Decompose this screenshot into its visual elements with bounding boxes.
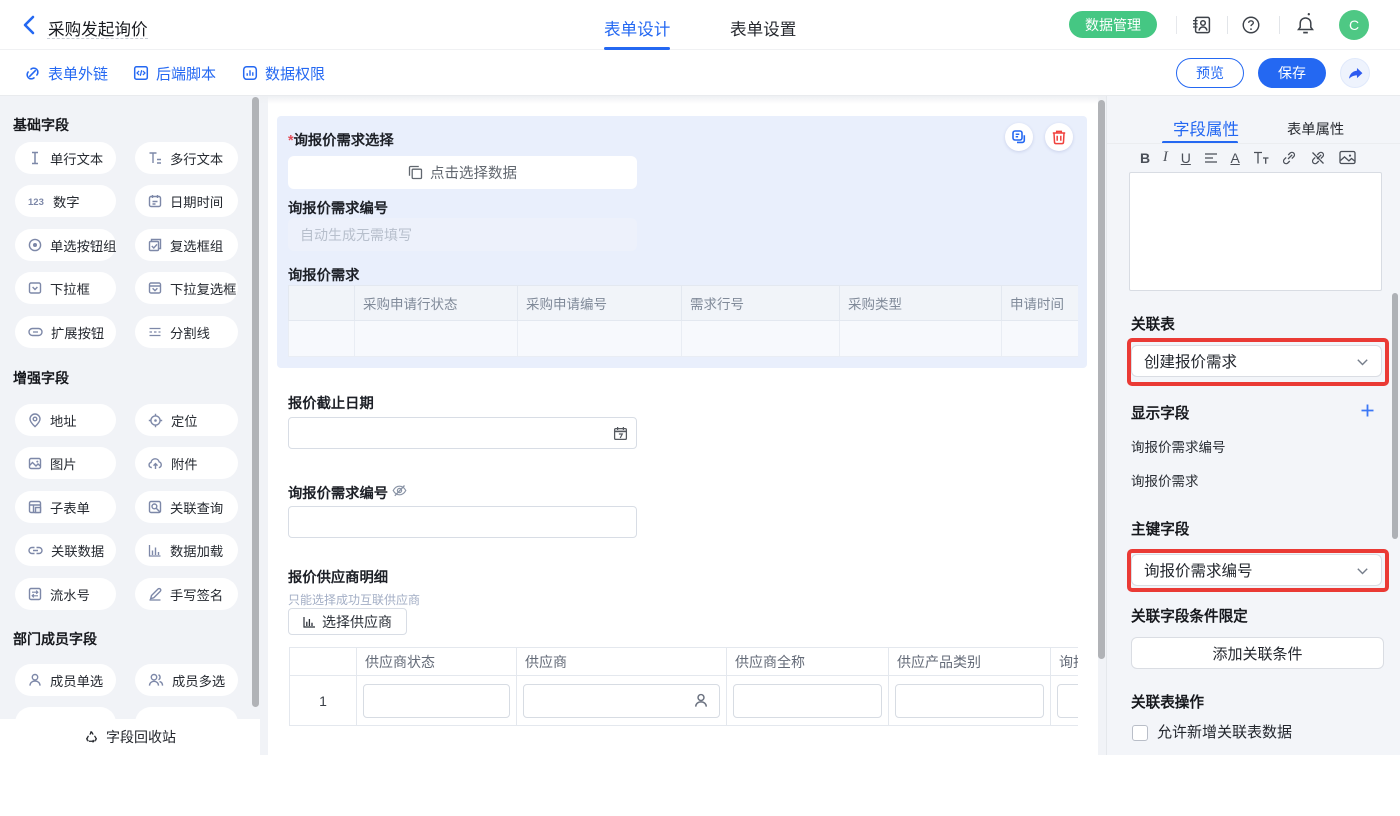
svg-text:123: 123 xyxy=(28,197,44,207)
